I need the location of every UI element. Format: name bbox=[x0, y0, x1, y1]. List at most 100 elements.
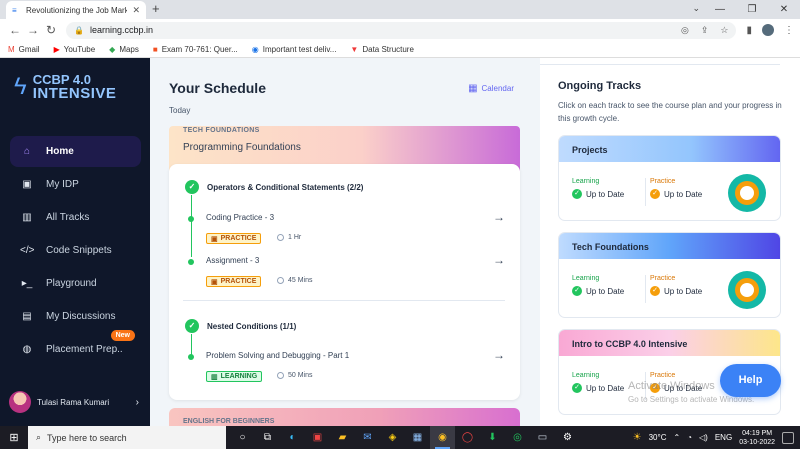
bookmark-youtube[interactable]: ▶ YouTube bbox=[54, 45, 96, 54]
media-player-icon[interactable]: ▣ bbox=[305, 426, 330, 449]
spotify-icon[interactable]: ◎ bbox=[505, 426, 530, 449]
calendar-link[interactable]: ▦ Calendar bbox=[468, 83, 514, 94]
sidebar-toggle-icon[interactable]: ▮ bbox=[746, 25, 752, 36]
learning-stat: Learning ✓ Up to Date bbox=[572, 372, 624, 393]
vivaldi-icon: ▼ bbox=[350, 44, 359, 54]
timeline-dot bbox=[188, 354, 194, 360]
user-name: Tulasi Rama Kumari bbox=[37, 397, 110, 407]
next-track-header: ENGLISH FOR BEGINNERS bbox=[169, 408, 520, 426]
tab-search-icon[interactable]: ⌄ bbox=[692, 3, 700, 14]
settings-gear-icon[interactable]: ⚙ bbox=[555, 426, 580, 449]
sidebar: ϟ CCBP 4.0 INTENSIVE ⌂ Home ▣ My IDP ▥ A… bbox=[0, 58, 150, 426]
bookmark-exam[interactable]: ■ Exam 70-761: Quer... bbox=[153, 45, 238, 54]
bookmark-label: Maps bbox=[119, 44, 139, 54]
sidebar-item-label: All Tracks bbox=[46, 212, 90, 223]
tag-label: PRACTICE bbox=[220, 278, 257, 285]
track-category: TECH FOUNDATIONS bbox=[183, 127, 260, 134]
sidebar-item-home[interactable]: ⌂ Home bbox=[10, 136, 141, 167]
compass-icon: ◉ bbox=[251, 44, 259, 54]
divider bbox=[540, 64, 780, 65]
practice-icon: ▣ bbox=[211, 235, 218, 243]
sidebar-item-code-snippets[interactable]: </> Code Snippets bbox=[10, 235, 141, 266]
address-bar[interactable]: 🔒 learning.ccbp.in ◎ ⇪ ☆ bbox=[66, 21, 737, 39]
store-icon[interactable]: ▦ bbox=[405, 426, 430, 449]
url-text: learning.ccbp.in bbox=[89, 25, 154, 35]
bookmark-gmail[interactable]: M Gmail bbox=[8, 45, 40, 54]
timeline-line bbox=[191, 195, 192, 257]
microsoft-icon: ■ bbox=[152, 44, 158, 54]
reload-icon[interactable]: ↻ bbox=[42, 23, 60, 37]
topic-operators[interactable]: ✓ Operators & Conditional Statements (2/… bbox=[185, 180, 363, 194]
minimize-icon[interactable]: — bbox=[704, 0, 736, 19]
menu-dots-icon[interactable]: ⋮ bbox=[784, 25, 794, 36]
arrow-right-icon[interactable]: → bbox=[493, 253, 505, 267]
language[interactable]: ENG bbox=[715, 433, 732, 442]
task-view-icon[interactable]: ⧉ bbox=[255, 426, 280, 449]
system-clock[interactable]: 04:19 PM 03-10-2022 bbox=[739, 429, 775, 447]
placement-icon: ◍ bbox=[22, 344, 32, 355]
help-button[interactable]: Help bbox=[720, 364, 781, 397]
chrome-icon[interactable]: ◉ bbox=[430, 426, 455, 449]
bookmark-star-icon[interactable]: ☆ bbox=[720, 25, 728, 36]
user-profile[interactable]: Tulasi Rama Kumari › bbox=[9, 391, 139, 413]
new-tab-button[interactable]: + bbox=[152, 2, 160, 16]
edge-icon[interactable]: ◐ bbox=[280, 426, 305, 449]
close-tab-icon[interactable]: ✕ bbox=[132, 5, 140, 16]
sidebar-item-my-idp[interactable]: ▣ My IDP bbox=[10, 169, 141, 200]
notification-icon[interactable] bbox=[782, 431, 794, 444]
chevron-up-icon[interactable]: ⌃ bbox=[673, 433, 680, 442]
opera-icon[interactable]: ◯ bbox=[455, 426, 480, 449]
google-lens-icon[interactable]: ◎ bbox=[681, 25, 689, 36]
duration: 50 Mins bbox=[277, 372, 313, 379]
taskbar-search[interactable]: ⌕ Type here to search bbox=[28, 426, 226, 449]
profile-avatar[interactable] bbox=[762, 24, 774, 36]
back-icon[interactable]: ← bbox=[6, 23, 24, 37]
arrow-right-icon[interactable]: → bbox=[493, 210, 505, 224]
item-title: Problem Solving and Debugging - Part 1 bbox=[206, 351, 350, 360]
terminal-app-icon[interactable]: ▭ bbox=[530, 426, 555, 449]
tab-title: Revolutionizing the Job Market | bbox=[26, 5, 128, 15]
practice-label: Practice bbox=[650, 372, 676, 379]
topic-title: Operators & Conditional Statements (2/2) bbox=[207, 182, 364, 192]
windows-start-icon[interactable]: ⊞ bbox=[0, 431, 28, 444]
sidebar-item-placement-prep[interactable]: ◍ Placement Prep.. New bbox=[10, 330, 141, 365]
taskbar-apps: ○ ⧉ ◐ ▣ ▰ ✉ ◈ ▦ ◉ ◯ ⬇ ◎ ▭ ⚙ bbox=[230, 426, 580, 449]
timeline-line bbox=[191, 334, 192, 356]
cortana-icon[interactable]: ○ bbox=[230, 426, 255, 449]
track-card-tech-foundations[interactable]: Tech Foundations Learning ✓ Up to Date Pr… bbox=[558, 232, 781, 318]
sidebar-item-all-tracks[interactable]: ▥ All Tracks bbox=[10, 202, 141, 233]
bookmark-data-structure[interactable]: ▼ Data Structure bbox=[350, 45, 414, 54]
code-icon: </> bbox=[20, 245, 35, 256]
track-card-projects[interactable]: Projects Learning ✓ Up to Date Practice ✓… bbox=[558, 135, 781, 221]
close-window-icon[interactable]: ✕ bbox=[768, 0, 800, 19]
bookmark-important-test[interactable]: ◉ Important test deliv... bbox=[252, 45, 337, 54]
item-title: Coding Practice - 3 bbox=[206, 213, 275, 222]
sidebar-item-playground[interactable]: ▸_ Playground bbox=[10, 268, 141, 299]
next-track-label: ENGLISH FOR BEGINNERS bbox=[183, 418, 275, 425]
arrow-right-icon[interactable]: → bbox=[493, 348, 505, 362]
maps-icon: ◆ bbox=[109, 44, 116, 54]
sidebar-item-label: Placement Prep.. bbox=[46, 344, 123, 355]
browser-toolbar: ← → ↻ 🔒 learning.ccbp.in ◎ ⇪ ☆ ▮ ⋮ bbox=[0, 19, 800, 41]
practice-label: Practice bbox=[650, 178, 676, 185]
file-explorer-icon[interactable]: ▰ bbox=[330, 426, 355, 449]
home-icon: ⌂ bbox=[23, 146, 31, 157]
sidebar-item-my-discussions[interactable]: ▤ My Discussions bbox=[10, 301, 141, 332]
clock-time: 04:19 PM bbox=[742, 429, 773, 437]
photos-icon[interactable]: ◈ bbox=[380, 426, 405, 449]
browser-tab[interactable]: ≡ Revolutionizing the Job Market | ✕ bbox=[6, 1, 146, 19]
torrent-icon[interactable]: ⬇ bbox=[480, 426, 505, 449]
bookmark-maps[interactable]: ◆ Maps bbox=[109, 45, 139, 54]
page-title: Your Schedule bbox=[169, 80, 266, 96]
restore-icon[interactable]: ❐ bbox=[736, 0, 768, 19]
topic-nested-conditions[interactable]: ✓ Nested Conditions (1/1) bbox=[185, 319, 296, 333]
lightning-logo-icon: ϟ bbox=[14, 73, 27, 100]
volume-icon[interactable]: ◁) bbox=[699, 433, 708, 442]
ccbp-logo[interactable]: ϟ CCBP 4.0 INTENSIVE bbox=[14, 73, 116, 102]
share-icon[interactable]: ⇪ bbox=[701, 25, 709, 36]
temperature[interactable]: 30°C bbox=[649, 433, 667, 442]
network-icon[interactable]: ◔ bbox=[687, 433, 692, 442]
forward-icon[interactable]: → bbox=[24, 23, 42, 37]
lock-icon[interactable]: 🔒 bbox=[74, 26, 84, 35]
mail-icon[interactable]: ✉ bbox=[355, 426, 380, 449]
